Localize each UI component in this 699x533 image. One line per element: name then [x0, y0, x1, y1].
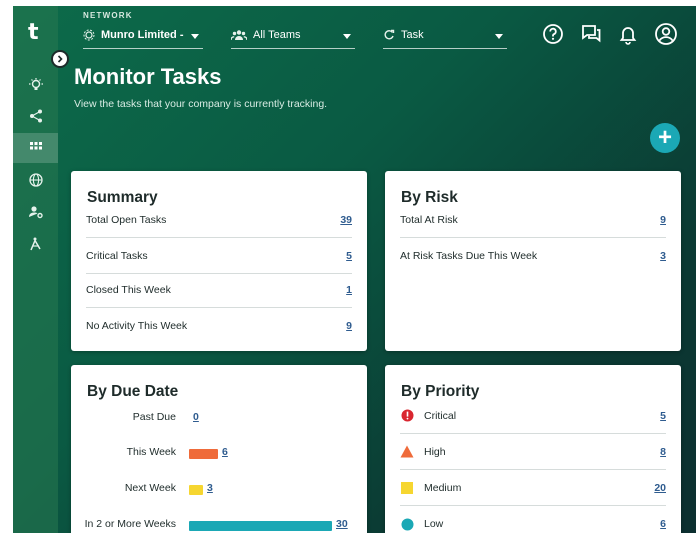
- summary-row-label: Total Open Tasks: [86, 213, 167, 226]
- summary-row-label: Critical Tasks: [86, 249, 148, 262]
- summary-row-label: No Activity This Week: [86, 320, 188, 332]
- help-icon[interactable]: [541, 22, 565, 46]
- medium-square-icon: [400, 481, 414, 495]
- due-date-label: This Week: [126, 446, 176, 458]
- priority-row: Critical 5: [400, 398, 666, 434]
- team-icon: [231, 30, 247, 41]
- due-date-value-link[interactable]: 3: [207, 482, 213, 494]
- priority-row: Medium 20: [400, 470, 666, 506]
- drafting-compass-icon[interactable]: [13, 229, 58, 259]
- priority-row-label: High: [424, 445, 446, 458]
- by-due-date-title: By Due Date: [87, 383, 179, 400]
- due-date-value-link[interactable]: 6: [222, 446, 228, 458]
- refresh-icon: [384, 29, 395, 40]
- priority-row: High 8: [400, 434, 666, 470]
- risk-row: Total At Risk 9: [400, 202, 666, 238]
- page-subtitle: View the tasks that your company is curr…: [74, 98, 328, 110]
- by-priority-card: By Priority Critical 5 High 8 Medium 20 …: [385, 365, 681, 533]
- user-settings-icon[interactable]: [13, 197, 58, 227]
- risk-row-label: Total At Risk: [400, 213, 458, 226]
- app-logo[interactable]: t: [28, 20, 39, 45]
- summary-row: Closed This Week 1: [86, 272, 352, 308]
- summary-row: Critical Tasks 5: [86, 238, 352, 274]
- due-date-label: Past Due: [132, 411, 176, 423]
- lightbulb-icon[interactable]: [13, 70, 58, 100]
- type-select[interactable]: Task: [383, 22, 507, 49]
- summary-card: Summary Total Open Tasks 39 Critical Tas…: [71, 171, 367, 351]
- due-date-value-link[interactable]: 0: [193, 411, 199, 423]
- sidebar: t: [13, 6, 58, 533]
- priority-row-label: Low: [424, 518, 444, 530]
- caret-down-icon: [191, 34, 199, 39]
- due-date-label: Next Week: [124, 482, 176, 494]
- teams-select-value: All Teams: [253, 29, 301, 41]
- app-frame: t NETWORK Munro Limited - All Teams Task…: [13, 6, 696, 533]
- chevron-right-icon: [57, 55, 63, 63]
- sidebar-expand-button[interactable]: [51, 50, 69, 68]
- notification-bell-icon[interactable]: [616, 22, 640, 46]
- summary-row-label: Closed This Week: [86, 283, 171, 296]
- by-risk-card: By Risk Total At Risk 9 At Risk Tasks Du…: [385, 171, 681, 351]
- user-account-icon[interactable]: [654, 22, 678, 46]
- risk-row-label: At Risk Tasks Due This Week: [400, 250, 538, 262]
- due-date-row: This Week 6: [71, 443, 361, 463]
- network-label: NETWORK: [83, 11, 133, 20]
- priority-row-value-link[interactable]: 8: [660, 446, 666, 458]
- priority-row-label: Critical: [424, 409, 457, 422]
- due-date-bar: [189, 485, 203, 495]
- by-due-date-card: By Due Date Past Due 0 This Week 6 Next Week…: [71, 365, 367, 533]
- chat-icon[interactable]: [579, 22, 603, 46]
- teams-select[interactable]: All Teams: [231, 22, 355, 49]
- page-title: Monitor Tasks: [74, 64, 222, 89]
- caret-down-icon: [495, 34, 503, 39]
- due-date-row: In 2 or More Weeks 30: [71, 515, 361, 533]
- grid-icon[interactable]: [13, 133, 58, 163]
- company-select[interactable]: Munro Limited -: [83, 22, 203, 49]
- priority-row-value-link[interactable]: 20: [654, 482, 666, 494]
- plus-icon: +: [657, 124, 672, 151]
- due-date-value-link[interactable]: 30: [336, 518, 348, 530]
- low-circle-icon: [400, 517, 414, 531]
- priority-row-label: Medium: [424, 481, 462, 494]
- caret-down-icon: [343, 34, 351, 39]
- due-date-label: In 2 or More Weeks: [84, 518, 176, 530]
- network-gear-icon: [83, 29, 95, 41]
- priority-row-value-link[interactable]: 6: [660, 518, 666, 530]
- globe-icon[interactable]: [13, 165, 58, 195]
- summary-row: No Activity This Week 9: [86, 308, 352, 344]
- due-date-bar: [189, 449, 218, 459]
- risk-row-value-link[interactable]: 3: [660, 250, 666, 262]
- add-task-button[interactable]: +: [650, 123, 680, 153]
- critical-exclamation-icon: [400, 409, 414, 423]
- due-date-bar: [189, 521, 332, 531]
- risk-row-value-link[interactable]: 9: [660, 214, 666, 226]
- summary-row-value-link[interactable]: 1: [346, 284, 352, 296]
- company-select-value: Munro Limited -: [101, 29, 184, 41]
- summary-row-value-link[interactable]: 9: [346, 320, 352, 332]
- summary-row-value-link[interactable]: 5: [346, 250, 352, 262]
- summary-row: Total Open Tasks 39: [86, 202, 352, 238]
- type-select-value: Task: [401, 29, 424, 41]
- summary-row-value-link[interactable]: 39: [340, 214, 352, 226]
- due-date-row: Past Due 0: [71, 408, 361, 428]
- due-date-row: Next Week 3: [71, 479, 361, 499]
- share-icon[interactable]: [13, 101, 58, 131]
- risk-row: At Risk Tasks Due This Week 3: [400, 238, 666, 274]
- priority-row: Low 6: [400, 506, 666, 533]
- priority-row-value-link[interactable]: 5: [660, 410, 666, 422]
- high-triangle-icon: [400, 445, 414, 459]
